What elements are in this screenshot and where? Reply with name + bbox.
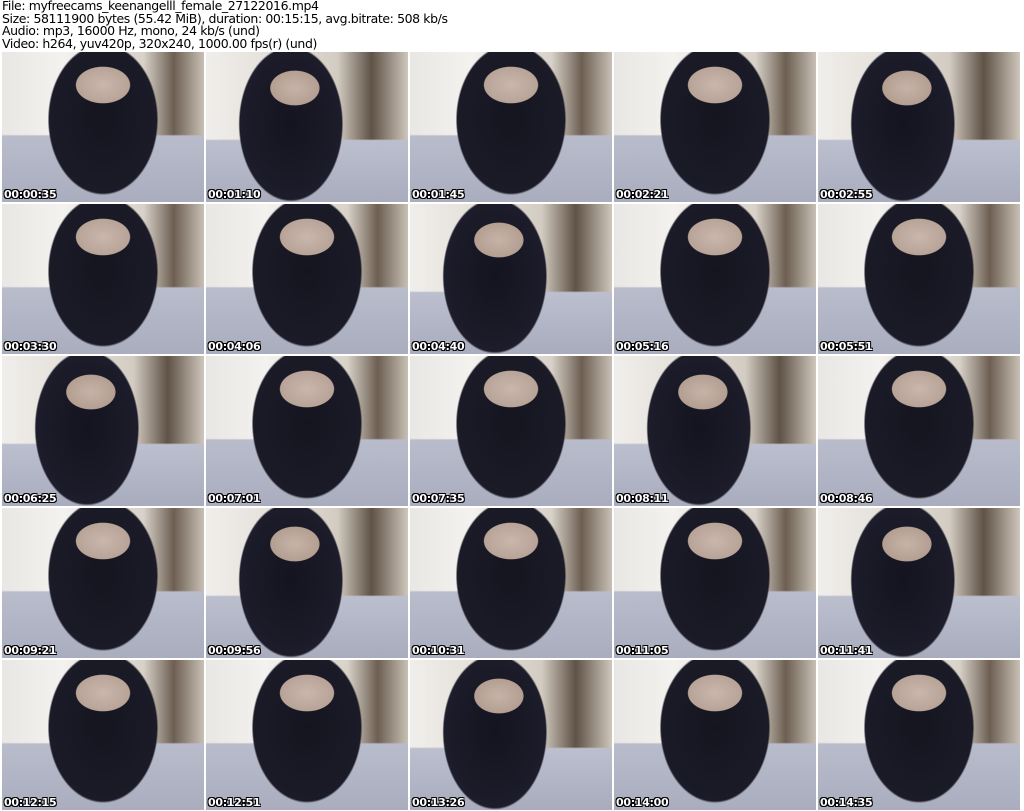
frame-timestamp: 00:00:35 [4,188,57,201]
video-frame-thumbnail: 00:05:16 [614,204,816,354]
frame-timestamp: 00:12:15 [4,796,57,809]
frame-timestamp: 00:05:16 [616,340,669,353]
frame-timestamp: 00:05:51 [820,340,873,353]
video-frame-thumbnail: 00:11:05 [614,508,816,658]
video-frame-thumbnail: 00:10:31 [410,508,612,658]
frame-timestamp: 00:11:41 [820,644,873,657]
video-frame-thumbnail: 00:04:06 [206,204,408,354]
frame-timestamp: 00:14:00 [616,796,669,809]
frame-timestamp: 00:07:01 [208,492,261,505]
video-frame-thumbnail: 00:12:15 [2,660,204,810]
video-frame-thumbnail: 00:13:26 [410,660,612,810]
video-frame-thumbnail: 00:02:55 [818,52,1020,202]
frame-timestamp: 00:02:55 [820,188,873,201]
frame-timestamp: 00:12:51 [208,796,261,809]
frame-timestamp: 00:04:40 [412,340,465,353]
video-frame-thumbnail: 00:01:45 [410,52,612,202]
video-frame-thumbnail: 00:14:35 [818,660,1020,810]
video-frame-thumbnail: 00:07:35 [410,356,612,506]
video-frame-thumbnail: 00:00:35 [2,52,204,202]
frame-timestamp: 00:07:35 [412,492,465,505]
video-frame-thumbnail: 00:09:56 [206,508,408,658]
thumbnail-grid: 00:00:35 00:01:10 00:01:45 00:02:21 00:02:55… [2,52,1020,810]
frame-timestamp: 00:04:06 [208,340,261,353]
video-frame-thumbnail: 00:11:41 [818,508,1020,658]
frame-timestamp: 00:10:31 [412,644,465,657]
frame-timestamp: 00:01:45 [412,188,465,201]
frame-timestamp: 00:08:46 [820,492,873,505]
video-frame-thumbnail: 00:03:30 [2,204,204,354]
video-frame-thumbnail: 00:04:40 [410,204,612,354]
video-frame-thumbnail: 00:09:21 [2,508,204,658]
frame-timestamp: 00:14:35 [820,796,873,809]
frame-timestamp: 00:11:05 [616,644,669,657]
frame-timestamp: 00:06:25 [4,492,57,505]
frame-timestamp: 00:09:21 [4,644,57,657]
video-frame-thumbnail: 00:07:01 [206,356,408,506]
video-frame-thumbnail: 00:12:51 [206,660,408,810]
frame-timestamp: 00:13:26 [412,796,465,809]
video-frame-thumbnail: 00:14:00 [614,660,816,810]
video-frame-thumbnail: 00:08:11 [614,356,816,506]
frame-timestamp: 00:02:21 [616,188,669,201]
video-frame-thumbnail: 00:05:51 [818,204,1020,354]
video-frame-thumbnail: 00:06:25 [2,356,204,506]
frame-timestamp: 00:08:11 [616,492,669,505]
frame-timestamp: 00:09:56 [208,644,261,657]
video-info-header: File: myfreecams_keenangelll_female_2712… [2,0,448,50]
frame-timestamp: 00:03:30 [4,340,57,353]
frame-timestamp: 00:01:10 [208,188,261,201]
video-info: Video: h264, yuv420p, 320x240, 1000.00 f… [2,35,317,51]
video-frame-thumbnail: 00:08:46 [818,356,1020,506]
video-frame-thumbnail: 00:02:21 [614,52,816,202]
video-frame-thumbnail: 00:01:10 [206,52,408,202]
